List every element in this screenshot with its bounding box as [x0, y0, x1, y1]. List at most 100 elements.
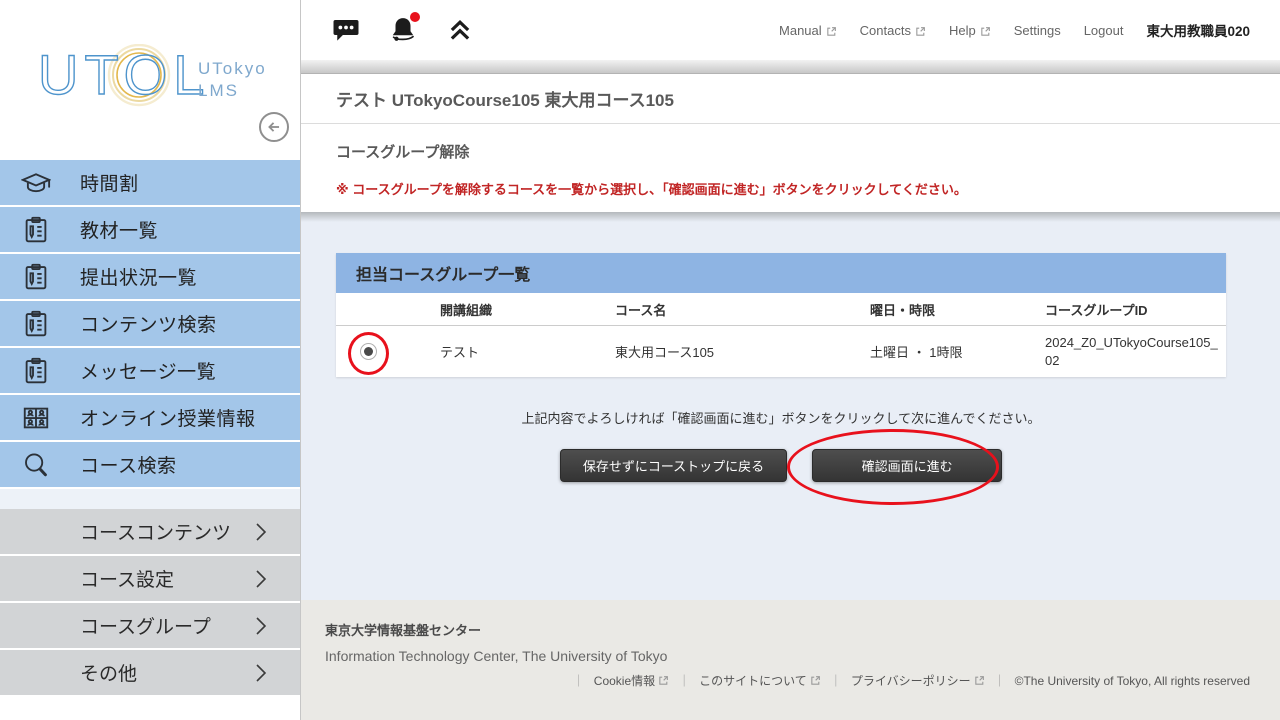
- header-divider-band: [301, 60, 1280, 74]
- external-link-icon: [658, 675, 669, 686]
- contacts-link-label: Contacts: [860, 23, 911, 38]
- course-title-bar: テスト UTokyoCourse105 東大用コース105: [301, 74, 1280, 124]
- manual-link[interactable]: Manual: [779, 23, 837, 38]
- content-area: 担当コースグループ一覧 開講組織 コース名 曜日・時限 コースグループID テス…: [301, 222, 1280, 600]
- section-header: コースグループ解除 ※ コースグループを解除するコースを一覧から選択し、「確認画…: [301, 124, 1280, 212]
- sidebar-item-label: 教材一覧: [80, 216, 158, 243]
- notification-bell-icon[interactable]: [388, 15, 418, 45]
- message-icon[interactable]: [331, 15, 361, 45]
- settings-link[interactable]: Settings: [1014, 23, 1061, 38]
- column-header-day-period: 曜日・時限: [866, 300, 1041, 319]
- footer-separator: ｜: [573, 672, 585, 689]
- chevron-right-icon: [255, 569, 267, 589]
- sidebar: UTOL UTokyo LMS 時間割 教材一覧 提出状況一覧 コンテンツ検索: [0, 0, 301, 720]
- clipboard-icon: [21, 215, 51, 245]
- logo-subtitle-2: LMS: [198, 81, 239, 100]
- sidebar-item-course-search[interactable]: コース検索: [0, 442, 300, 489]
- instruction-note: ※ コースグループを解除するコースを一覧から選択し、「確認画面に進む」ボタンをク…: [336, 179, 1280, 198]
- cookie-info-link[interactable]: Cookie情報: [594, 672, 669, 689]
- sidebar-item-course-contents[interactable]: コースコンテンツ: [0, 509, 300, 556]
- graduation-cap-icon: [21, 168, 51, 198]
- utol-logo[interactable]: UTOL UTokyo LMS: [38, 44, 273, 124]
- content-shadow-band: [301, 212, 1280, 222]
- sidebar-item-messages[interactable]: メッセージ一覧: [0, 348, 300, 395]
- sidebar-item-submission-status[interactable]: 提出状況一覧: [0, 254, 300, 301]
- logo-wordmark: UTOL: [38, 44, 210, 106]
- cookie-info-label: Cookie情報: [594, 672, 655, 689]
- cell-day-period: 土曜日 ・ 1時限: [866, 342, 1041, 361]
- footer-separator: ｜: [678, 672, 690, 689]
- manual-link-label: Manual: [779, 23, 822, 38]
- sidebar-item-online-class-info[interactable]: オンライン授業情報: [0, 395, 300, 442]
- sidebar-item-course-settings[interactable]: コース設定: [0, 556, 300, 603]
- sidebar-item-label: コース検索: [80, 451, 177, 478]
- external-link-icon: [980, 25, 991, 36]
- chevron-right-icon: [255, 663, 267, 683]
- sidebar-divider: [0, 489, 300, 509]
- main-area: Manual Contacts Help Settings Logout 東: [301, 0, 1280, 720]
- cell-course: 東大用コース105: [611, 342, 866, 361]
- logout-link[interactable]: Logout: [1084, 23, 1124, 38]
- table-header-row: 開講組織 コース名 曜日・時限 コースグループID: [336, 293, 1226, 326]
- privacy-policy-label: プライバシーポリシー: [851, 672, 971, 689]
- utol-lms-app: UTOL UTokyo LMS 時間割 教材一覧 提出状況一覧 コンテンツ検索: [0, 0, 1280, 720]
- page-title: テスト UTokyoCourse105 東大用コース105: [336, 86, 674, 111]
- contacts-link[interactable]: Contacts: [860, 23, 926, 38]
- course-select-radio[interactable]: [360, 343, 377, 360]
- collapse-header-icon[interactable]: [445, 15, 475, 45]
- sidebar-subitem-label: その他: [80, 659, 255, 686]
- column-header-group-id: コースグループID: [1041, 300, 1226, 319]
- confirm-instruction: 上記内容でよろしければ「確認画面に進む」ボタンをクリックして次に進んでください。: [336, 409, 1226, 429]
- privacy-policy-link[interactable]: プライバシーポリシー: [851, 672, 985, 689]
- footer-separator: ｜: [994, 672, 1006, 689]
- radio-selected-dot: [364, 347, 373, 356]
- help-link[interactable]: Help: [949, 23, 991, 38]
- table-title: 担当コースグループ一覧: [356, 261, 530, 285]
- course-group-table: 担当コースグループ一覧 開講組織 コース名 曜日・時限 コースグループID テス…: [336, 253, 1226, 377]
- table-title-bar: 担当コースグループ一覧: [336, 253, 1226, 293]
- footer-org-en: Information Technology Center, The Unive…: [325, 648, 1250, 664]
- sidebar-item-label: 時間割: [80, 169, 139, 196]
- table-row: テスト 東大用コース105 土曜日 ・ 1時限 2024_Z0_UTokyoCo…: [336, 326, 1226, 377]
- about-site-link[interactable]: このサイトについて: [699, 672, 821, 689]
- sidebar-item-content-search[interactable]: コンテンツ検索: [0, 301, 300, 348]
- footer-links: ｜ Cookie情報 ｜ このサイトについて ｜ プライバシーポリシー ｜ ©T…: [325, 672, 1250, 689]
- sidebar-item-course-group[interactable]: コースグループ: [0, 603, 300, 650]
- sidebar-collapse-button[interactable]: [259, 112, 289, 142]
- back-to-course-top-button[interactable]: 保存せずにコーストップに戻る: [560, 449, 787, 482]
- sidebar-item-label: オンライン授業情報: [80, 404, 256, 431]
- about-site-label: このサイトについて: [699, 672, 807, 689]
- top-bar: Manual Contacts Help Settings Logout 東: [301, 0, 1280, 60]
- chevron-right-icon: [255, 522, 267, 542]
- footer-separator: ｜: [830, 672, 842, 689]
- sidebar-item-materials[interactable]: 教材一覧: [0, 207, 300, 254]
- sidebar-item-label: メッセージ一覧: [80, 357, 216, 384]
- button-row: 保存せずにコーストップに戻る 確認画面に進む: [336, 449, 1226, 482]
- chevron-right-icon: [255, 616, 267, 636]
- external-link-icon: [915, 25, 926, 36]
- logo-area: UTOL UTokyo LMS: [0, 0, 300, 160]
- cell-group-id: 2024_Z0_UTokyoCourse105_02: [1041, 334, 1226, 369]
- sidebar-item-others[interactable]: その他: [0, 650, 300, 697]
- sidebar-item-timetable[interactable]: 時間割: [0, 160, 300, 207]
- footer-org-ja: 東京大学情報基盤センター: [325, 620, 1250, 639]
- sidebar-subitem-label: コースグループ: [80, 612, 255, 639]
- notification-badge: [410, 12, 420, 22]
- column-header-org: 開講組織: [436, 300, 611, 319]
- user-name[interactable]: 東大用教職員020: [1146, 20, 1250, 40]
- clipboard-icon: [21, 309, 51, 339]
- section-title: コースグループ解除: [336, 141, 1280, 162]
- external-link-icon: [826, 25, 837, 36]
- proceed-to-confirm-button[interactable]: 確認画面に進む: [812, 449, 1002, 482]
- cell-org: テスト: [436, 342, 611, 361]
- sidebar-subitem-label: コースコンテンツ: [80, 518, 255, 545]
- sidebar-item-label: 提出状況一覧: [80, 263, 197, 290]
- sidebar-subitem-label: コース設定: [80, 565, 255, 592]
- logout-link-label: Logout: [1084, 23, 1124, 38]
- arrow-left-icon: [263, 116, 285, 138]
- footer: 東京大学情報基盤センター Information Technology Cent…: [301, 600, 1280, 720]
- clipboard-icon: [21, 356, 51, 386]
- settings-link-label: Settings: [1014, 23, 1061, 38]
- external-link-icon: [974, 675, 985, 686]
- column-header-course: コース名: [611, 300, 866, 319]
